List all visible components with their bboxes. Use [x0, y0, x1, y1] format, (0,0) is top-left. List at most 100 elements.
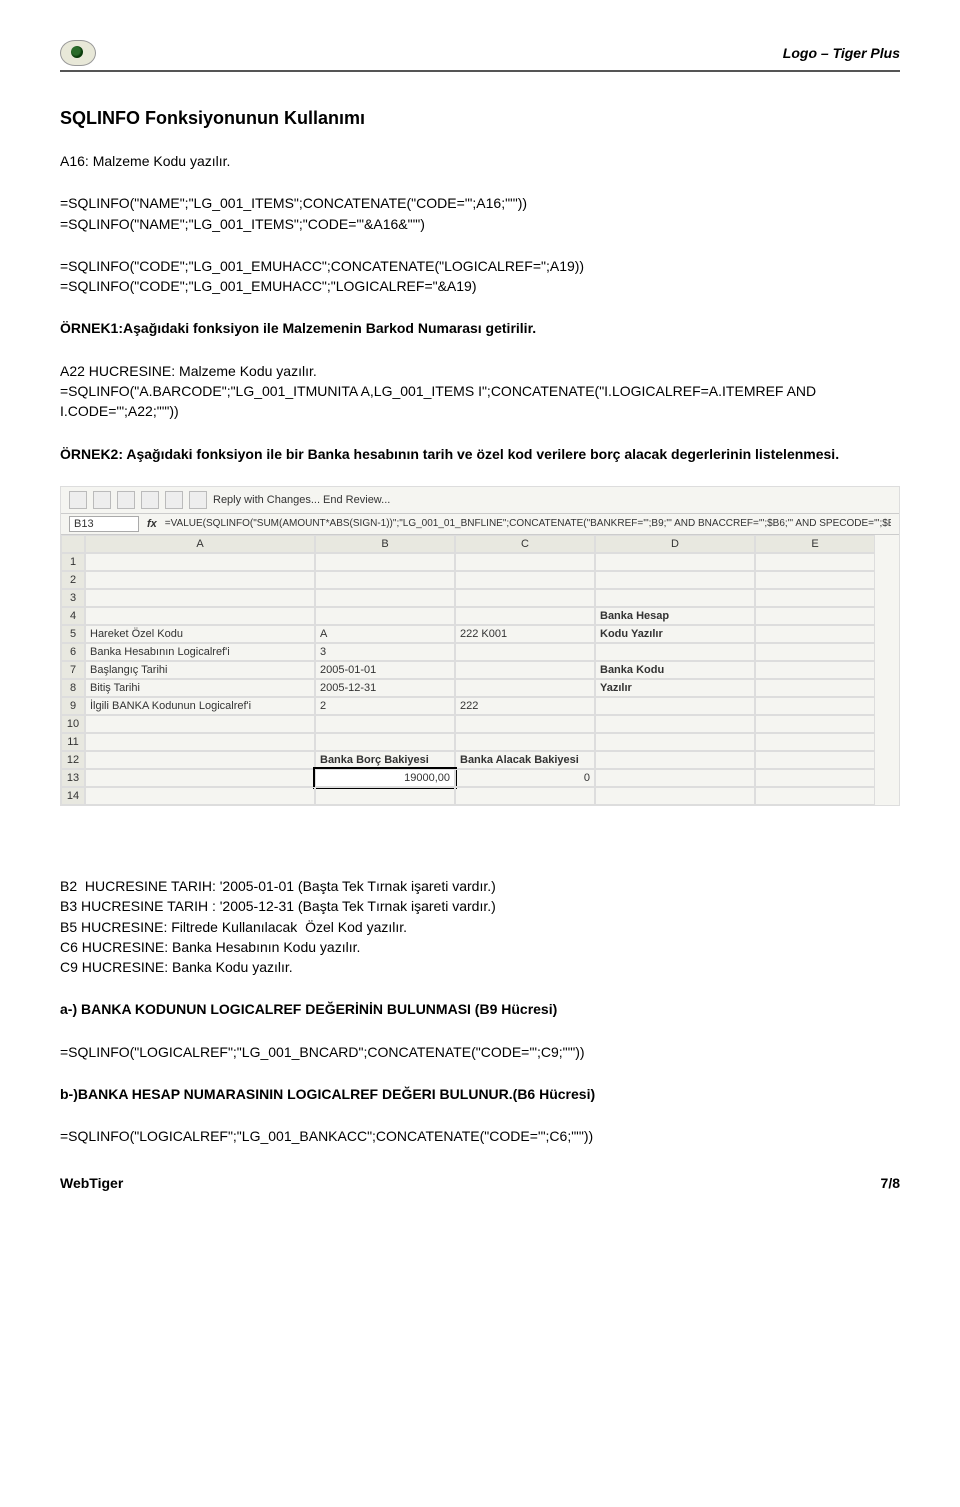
cell[interactable]: İlgili BANKA Kodunun Logicalref'i: [85, 697, 315, 715]
row-header: 13: [61, 769, 85, 787]
row-header: 10: [61, 715, 85, 733]
row-header: 9: [61, 697, 85, 715]
cell[interactable]: [315, 787, 455, 805]
row-header: 14: [61, 787, 85, 805]
footer-page: 7/8: [881, 1175, 900, 1191]
col-header: [61, 535, 85, 553]
cell[interactable]: [595, 643, 755, 661]
cell[interactable]: [455, 715, 595, 733]
cell[interactable]: [755, 607, 875, 625]
cell[interactable]: 222: [455, 697, 595, 715]
cell[interactable]: [455, 589, 595, 607]
cell[interactable]: 2: [315, 697, 455, 715]
cell[interactable]: [85, 787, 315, 805]
cell[interactable]: [755, 553, 875, 571]
cell[interactable]: [755, 769, 875, 787]
fx-icon[interactable]: fx: [147, 518, 157, 530]
cell[interactable]: [595, 751, 755, 769]
cell[interactable]: 0: [455, 769, 595, 787]
cell[interactable]: [595, 589, 755, 607]
cell[interactable]: [595, 733, 755, 751]
cell[interactable]: [755, 571, 875, 589]
cell[interactable]: [455, 733, 595, 751]
cell[interactable]: [755, 661, 875, 679]
cell[interactable]: [315, 571, 455, 589]
cell[interactable]: [755, 625, 875, 643]
row-header: 6: [61, 643, 85, 661]
cell[interactable]: [755, 589, 875, 607]
cell[interactable]: 222 K001: [455, 625, 595, 643]
toolbar-text: Reply with Changes... End Review...: [213, 494, 390, 506]
cell[interactable]: [85, 589, 315, 607]
cell[interactable]: [595, 571, 755, 589]
cell[interactable]: Başlangıç Tarihi: [85, 661, 315, 679]
cell[interactable]: [85, 715, 315, 733]
cell[interactable]: [755, 697, 875, 715]
code-a: =SQLINFO("LOGICALREF";"LG_001_BNCARD";CO…: [60, 1042, 900, 1062]
cell[interactable]: [455, 607, 595, 625]
cell[interactable]: [85, 769, 315, 787]
ornek1-heading: ÖRNEK1:Aşağıdaki fonksiyon ile Malzemeni…: [60, 318, 900, 338]
heading-a: a-) BANKA KODUNUN LOGICALREF DEĞERİNİN B…: [60, 999, 900, 1019]
page-header: Logo – Tiger Plus: [60, 40, 900, 72]
cell[interactable]: Banka Borç Bakiyesi: [315, 751, 455, 769]
logo-eye-icon: [60, 40, 96, 66]
cell[interactable]: Hareket Özel Kodu: [85, 625, 315, 643]
toolbar-icon: [93, 491, 111, 509]
cell[interactable]: [315, 715, 455, 733]
cell[interactable]: [455, 661, 595, 679]
cell[interactable]: Bitiş Tarihi: [85, 679, 315, 697]
row-header: 5: [61, 625, 85, 643]
cell[interactable]: Banka Hesabının Logicalref'i: [85, 643, 315, 661]
cell[interactable]: A: [315, 625, 455, 643]
cell[interactable]: [755, 733, 875, 751]
cell[interactable]: Kodu Yazılır: [595, 625, 755, 643]
cell[interactable]: 3: [315, 643, 455, 661]
cell[interactable]: [315, 733, 455, 751]
toolbar-icon: [141, 491, 159, 509]
row-header: 7: [61, 661, 85, 679]
cell-reference[interactable]: B13: [69, 516, 139, 532]
code-sqlinfo-code: =SQLINFO("CODE";"LG_001_EMUHACC";CONCATE…: [60, 256, 900, 297]
cell[interactable]: 2005-01-01: [315, 661, 455, 679]
cell[interactable]: Banka Alacak Bakiyesi: [455, 751, 595, 769]
cell[interactable]: 19000,00: [315, 769, 455, 787]
cell[interactable]: [755, 643, 875, 661]
cell[interactable]: [455, 553, 595, 571]
cell[interactable]: [85, 607, 315, 625]
formula-bar: B13 fx =VALUE(SQLINFO("SUM(AMOUNT*ABS(SI…: [61, 514, 899, 535]
section-title: SQLINFO Fonksiyonunun Kullanımı: [60, 108, 900, 129]
cell[interactable]: [85, 751, 315, 769]
row-header: 4: [61, 607, 85, 625]
cell[interactable]: [315, 607, 455, 625]
cell[interactable]: [755, 751, 875, 769]
cell[interactable]: Banka Hesap: [595, 607, 755, 625]
cell[interactable]: [595, 769, 755, 787]
cell[interactable]: [85, 733, 315, 751]
cell[interactable]: [85, 553, 315, 571]
cell[interactable]: [455, 679, 595, 697]
page-footer: WebTiger 7/8: [60, 1175, 900, 1191]
cell[interactable]: [85, 571, 315, 589]
cell[interactable]: Yazılır: [595, 679, 755, 697]
cell[interactable]: [315, 553, 455, 571]
cell[interactable]: [755, 787, 875, 805]
formula-text[interactable]: =VALUE(SQLINFO("SUM(AMOUNT*ABS(SIGN-1))"…: [165, 518, 891, 529]
toolbar-icon: [165, 491, 183, 509]
cell[interactable]: [455, 571, 595, 589]
cell[interactable]: [595, 715, 755, 733]
cell[interactable]: [595, 697, 755, 715]
cell[interactable]: 2005-12-31: [315, 679, 455, 697]
row-header: 1: [61, 553, 85, 571]
cell[interactable]: [755, 715, 875, 733]
cell[interactable]: [455, 643, 595, 661]
cell[interactable]: [755, 679, 875, 697]
cell[interactable]: [455, 787, 595, 805]
code-b: =SQLINFO("LOGICALREF";"LG_001_BANKACC";C…: [60, 1126, 900, 1146]
cell[interactable]: [315, 589, 455, 607]
col-header: D: [595, 535, 755, 553]
cell[interactable]: Banka Kodu: [595, 661, 755, 679]
text-after-image: B2 HUCRESINE TARIH: '2005-01-01 (Başta T…: [60, 876, 900, 977]
cell[interactable]: [595, 553, 755, 571]
cell[interactable]: [595, 787, 755, 805]
